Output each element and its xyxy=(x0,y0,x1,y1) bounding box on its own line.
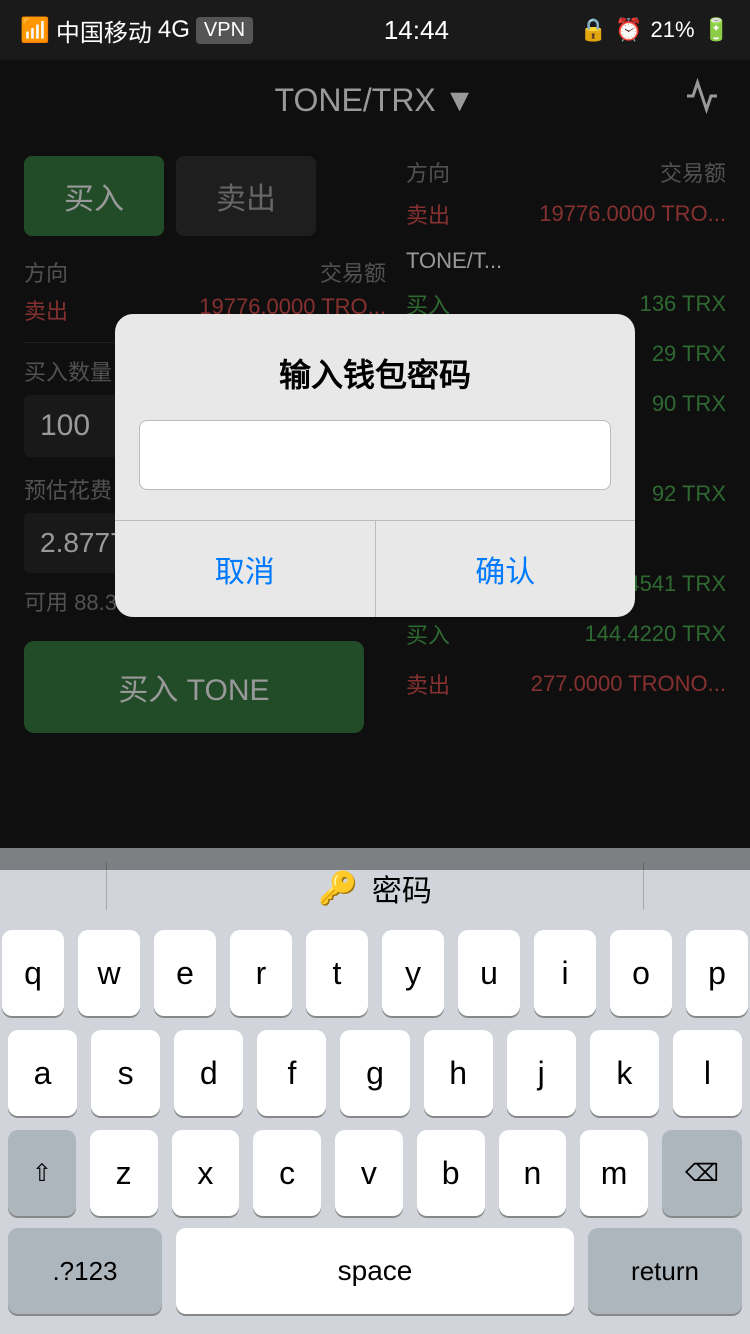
dialog-input-wrap xyxy=(115,420,635,520)
keyboard-field-label: 密码 xyxy=(372,866,432,910)
carrier-label: 中国移动 xyxy=(56,13,152,48)
key-l[interactable]: l xyxy=(673,1030,742,1116)
wallet-password-dialog: 输入钱包密码 取消 确认 xyxy=(115,314,635,617)
key-c[interactable]: c xyxy=(253,1130,321,1216)
key-k[interactable]: k xyxy=(590,1030,659,1116)
return-key[interactable]: return xyxy=(588,1228,742,1314)
status-right: 🔒 ⏰ 21% 🔋 xyxy=(580,17,730,43)
status-time: 14:44 xyxy=(384,15,449,46)
key-o[interactable]: o xyxy=(610,930,672,1016)
space-key[interactable]: space xyxy=(176,1228,574,1314)
vpn-badge: VPN xyxy=(196,17,253,44)
signal-icon: 📶 xyxy=(20,16,50,45)
key-icon: 🔑 xyxy=(318,869,358,907)
lock-icon: 🔒 xyxy=(580,17,607,43)
app-content: TONE/TRX ▼ 买入 卖出 方向 交易额 卖出 19776.0000 xyxy=(0,60,750,870)
key-b[interactable]: b xyxy=(417,1130,485,1216)
shift-key[interactable]: ⇧ xyxy=(8,1130,76,1216)
battery-icon: 🔋 xyxy=(703,17,730,43)
key-r[interactable]: r xyxy=(230,930,292,1016)
keyboard-rows: q w e r t y u i o p a s d f g h j k l ⇧ … xyxy=(0,924,750,1232)
key-row-2: a s d f g h j k l xyxy=(8,1030,742,1116)
confirm-button[interactable]: 确认 xyxy=(376,521,636,617)
key-a[interactable]: a xyxy=(8,1030,77,1116)
alarm-icon: ⏰ xyxy=(615,17,642,43)
key-n[interactable]: n xyxy=(499,1130,567,1216)
dialog-title: 输入钱包密码 xyxy=(115,314,635,420)
keyboard-area: 🔑 密码 q w e r t y u i o p a s d f g h j k… xyxy=(0,848,750,1334)
key-s[interactable]: s xyxy=(91,1030,160,1116)
dialog-overlay: 输入钱包密码 取消 确认 xyxy=(0,60,750,870)
key-f[interactable]: f xyxy=(257,1030,326,1116)
battery-label: 21% xyxy=(651,17,695,43)
key-g[interactable]: g xyxy=(340,1030,409,1116)
key-z[interactable]: z xyxy=(90,1130,158,1216)
key-d[interactable]: d xyxy=(174,1030,243,1116)
key-x[interactable]: x xyxy=(172,1130,240,1216)
key-w[interactable]: w xyxy=(78,930,140,1016)
key-p[interactable]: p xyxy=(686,930,748,1016)
keyboard-bottom-row: .?123 space return xyxy=(0,1228,750,1334)
key-row-1: q w e r t y u i o p xyxy=(8,930,742,1016)
key-row-3: ⇧ z x c v b n m ⌫ xyxy=(8,1130,742,1216)
network-label: 4G xyxy=(158,16,190,44)
dialog-buttons: 取消 确认 xyxy=(115,520,635,617)
key-e[interactable]: e xyxy=(154,930,216,1016)
status-left: 📶 中国移动 4G VPN xyxy=(20,13,253,48)
key-t[interactable]: t xyxy=(306,930,368,1016)
key-j[interactable]: j xyxy=(507,1030,576,1116)
key-u[interactable]: u xyxy=(458,930,520,1016)
delete-key[interactable]: ⌫ xyxy=(662,1130,742,1216)
password-input[interactable] xyxy=(139,420,611,490)
key-v[interactable]: v xyxy=(335,1130,403,1216)
cancel-button[interactable]: 取消 xyxy=(115,521,376,617)
status-bar: 📶 中国移动 4G VPN 14:44 🔒 ⏰ 21% 🔋 xyxy=(0,0,750,60)
key-i[interactable]: i xyxy=(534,930,596,1016)
key-m[interactable]: m xyxy=(580,1130,648,1216)
key-y[interactable]: y xyxy=(382,930,444,1016)
key-h[interactable]: h xyxy=(424,1030,493,1116)
numeric-key[interactable]: .?123 xyxy=(8,1228,162,1314)
key-q[interactable]: q xyxy=(2,930,64,1016)
